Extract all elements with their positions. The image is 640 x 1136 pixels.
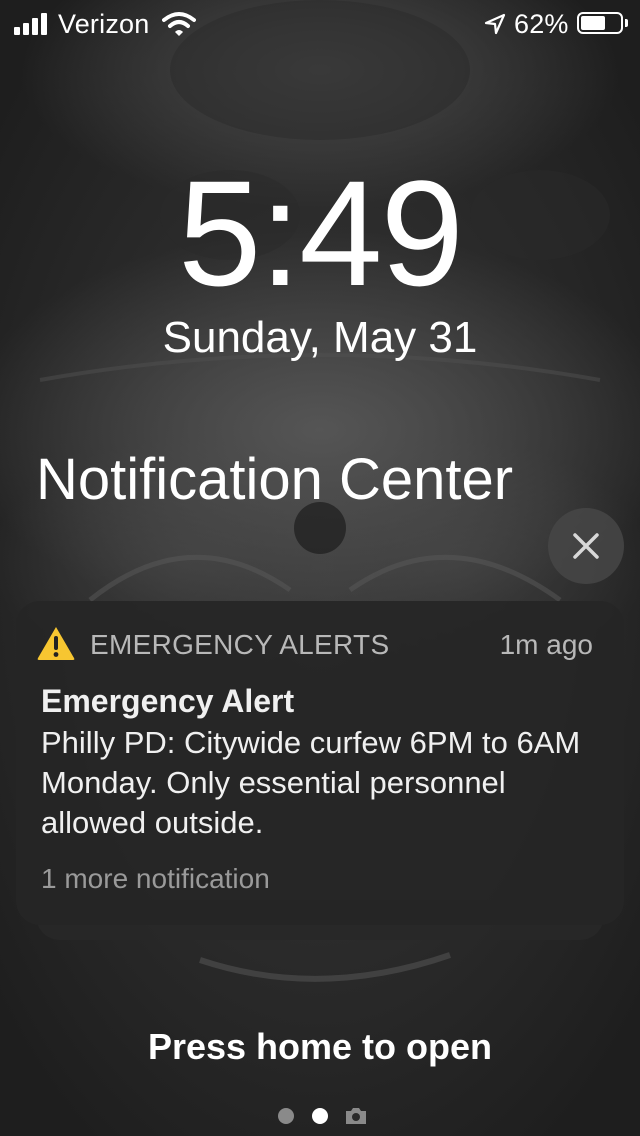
- wifi-icon: [162, 12, 196, 36]
- battery-level-fill: [581, 16, 605, 30]
- press-home-hint: Press home to open: [147, 1026, 493, 1067]
- warning-triangle-icon: [37, 627, 75, 660]
- emergency-alert-notification[interactable]: EMERGENCY ALERTS 1m ago Emergency Alert …: [16, 601, 624, 925]
- battery-percentage: 62%: [514, 9, 569, 39]
- more-notifications-label: 1 more notification: [41, 863, 270, 894]
- notification-body: Philly PD: Citywide curfew 6PM to 6AM Mo…: [41, 725, 581, 840]
- lock-screen-time: 5:49: [178, 149, 464, 317]
- notification-time: 1m ago: [499, 629, 593, 660]
- battery-icon: [577, 12, 623, 34]
- page-dot-current: [312, 1108, 328, 1124]
- status-bar: Verizon 62%: [0, 0, 640, 50]
- notification-app-name: EMERGENCY ALERTS: [90, 629, 390, 660]
- close-icon: [573, 533, 599, 559]
- notification-title: Emergency Alert: [41, 683, 295, 719]
- clear-notifications-button[interactable]: [548, 508, 624, 584]
- camera-icon: [346, 1108, 366, 1124]
- battery-tip: [625, 19, 628, 27]
- carrier-name: Verizon: [58, 9, 150, 39]
- lock-screen-date: Sunday, May 31: [162, 313, 478, 362]
- signal-bars-icon: [14, 13, 50, 35]
- location-arrow-icon: [484, 13, 506, 35]
- notification-center-title: Notification Center: [36, 447, 514, 512]
- page-dot: [278, 1108, 294, 1124]
- page-indicator: [0, 1102, 640, 1130]
